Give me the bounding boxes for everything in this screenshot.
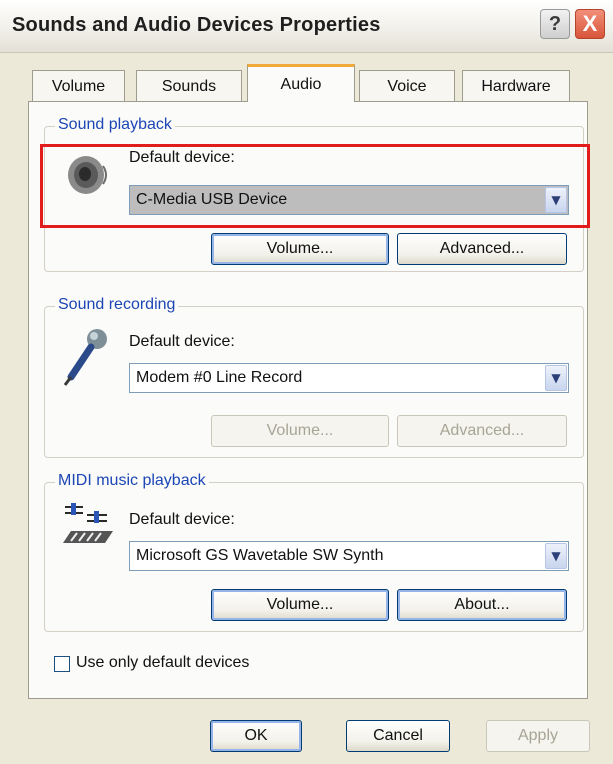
recording-device-value: Modem #0 Line Record [136, 369, 303, 386]
midi-default-device-label: Default device: [129, 511, 235, 528]
help-button[interactable]: ? [540, 9, 570, 39]
chevron-down-icon[interactable]: ▼ [545, 365, 567, 391]
midi-playback-group-label: MIDI music playback [55, 472, 209, 490]
cancel-button[interactable]: Cancel [346, 720, 450, 752]
recording-default-device-label: Default device: [129, 333, 235, 350]
chevron-down-icon[interactable]: ▼ [545, 187, 567, 213]
playback-volume-button[interactable]: Volume... [211, 233, 389, 265]
recording-volume-button[interactable]: Volume... [211, 415, 389, 447]
midi-playback-group: MIDI music playback Default device: Micr… [44, 472, 584, 632]
use-default-devices-checkbox[interactable] [54, 656, 70, 672]
sound-recording-group-label: Sound recording [55, 296, 179, 314]
sound-recording-group: Sound recording Default device: Modem #0… [44, 296, 584, 458]
speaker-icon [68, 156, 107, 194]
playback-device-value: C-Media USB Device [136, 191, 288, 208]
recording-device-dropdown[interactable]: Modem #0 Line Record ▼ [129, 363, 569, 393]
window-title: Sounds and Audio Devices Properties [12, 14, 381, 36]
close-icon: X [582, 11, 598, 36]
midi-about-button[interactable]: About... [397, 589, 567, 621]
playback-device-dropdown[interactable]: C-Media USB Device ▼ [129, 185, 569, 215]
sound-playback-group-label: Sound playback [55, 116, 175, 134]
tab-audio[interactable]: Audio [247, 64, 355, 102]
apply-button[interactable]: Apply [486, 720, 590, 752]
title-bar[interactable]: Sounds and Audio Devices Properties ? X [0, 0, 613, 53]
properties-dialog: Sounds and Audio Devices Properties ? X … [0, 0, 613, 764]
ok-button[interactable]: OK [210, 720, 302, 752]
playback-advanced-button[interactable]: Advanced... [397, 233, 567, 265]
microphone-icon [63, 329, 107, 386]
close-button[interactable]: X [575, 9, 605, 39]
tab-sounds[interactable]: Sounds [136, 70, 242, 102]
tab-volume[interactable]: Volume [32, 70, 125, 102]
chevron-down-icon[interactable]: ▼ [545, 543, 567, 569]
use-default-devices-label[interactable]: Use only default devices [76, 654, 249, 672]
midi-device-dropdown[interactable]: Microsoft GS Wavetable SW Synth ▼ [129, 541, 569, 571]
midi-volume-button[interactable]: Volume... [211, 589, 389, 621]
tab-hardware[interactable]: Hardware [462, 70, 570, 102]
tab-voice[interactable]: Voice [359, 70, 455, 102]
recording-advanced-button[interactable]: Advanced... [397, 415, 567, 447]
help-icon: ? [548, 12, 562, 35]
midi-keyboard-icon [63, 503, 113, 543]
midi-device-value: Microsoft GS Wavetable SW Synth [136, 547, 384, 564]
playback-default-device-label: Default device: [129, 149, 235, 166]
sound-playback-group: Sound playback Default device: C-Media U… [44, 116, 584, 272]
